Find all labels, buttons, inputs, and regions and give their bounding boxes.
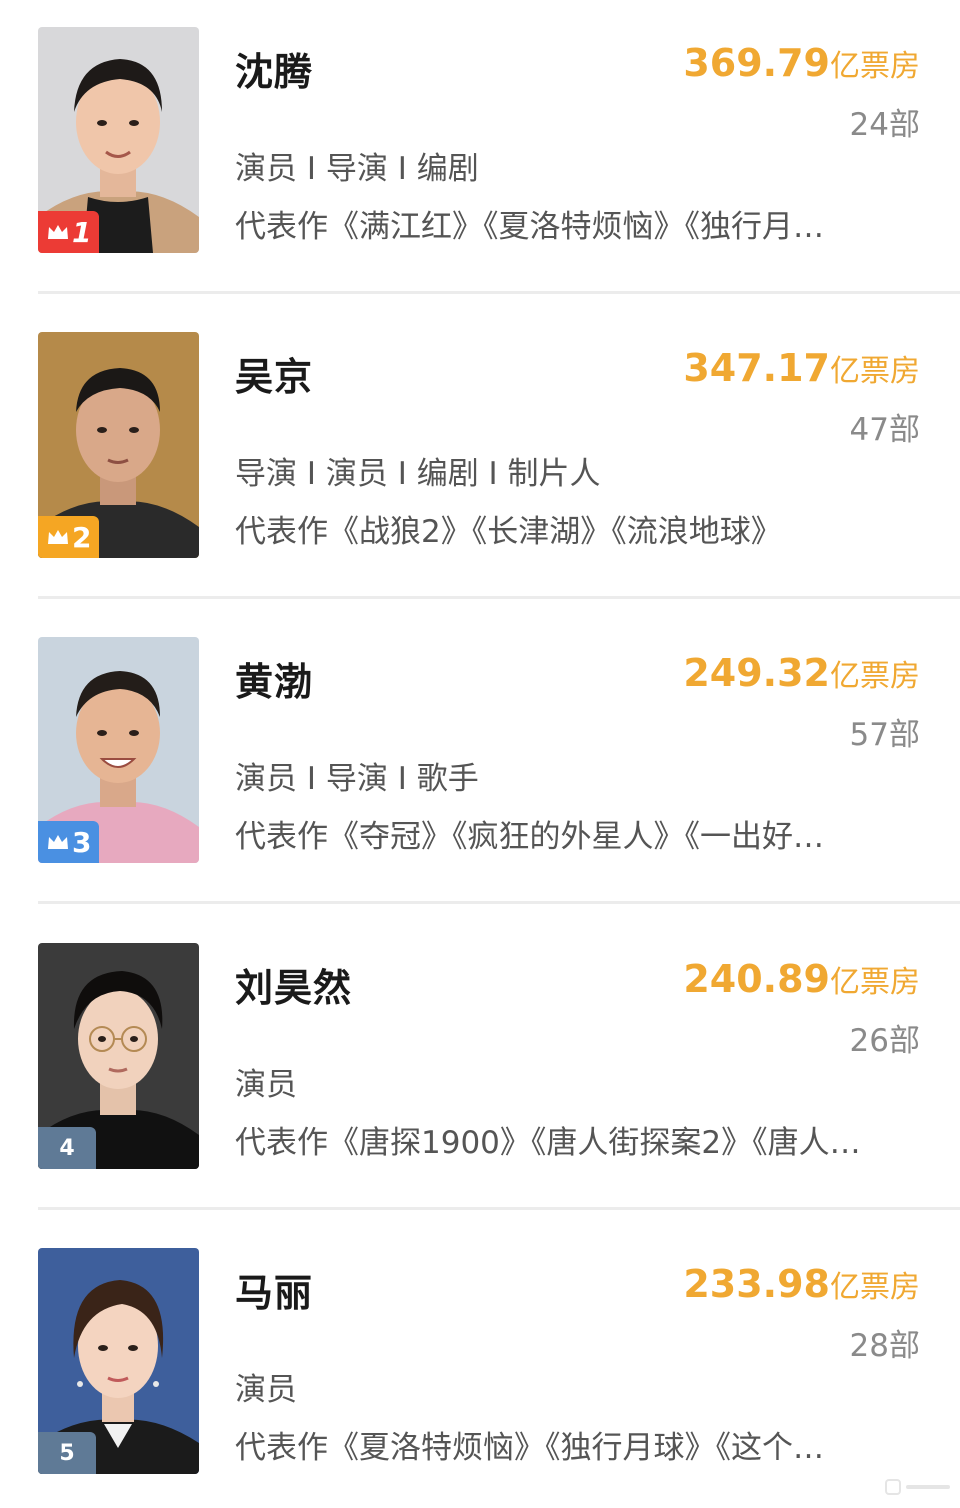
avatar: 3 bbox=[38, 637, 199, 863]
box-office-value: 233.98 bbox=[683, 1262, 830, 1306]
box-office-total: 233.98亿票房 bbox=[683, 1262, 920, 1306]
roles-text: 演员 bbox=[235, 1372, 297, 1408]
box-office-unit: 亿票房 bbox=[830, 1270, 920, 1305]
divider bbox=[38, 901, 960, 904]
roles-text: 导演 I 演员 I 编剧 I 制片人 bbox=[235, 456, 601, 492]
representative-works: 代表作《夺冠》《疯狂的外星人》《一出好… bbox=[235, 819, 824, 855]
box-office-total: 249.32亿票房 bbox=[683, 651, 920, 695]
film-count: 57部 bbox=[849, 717, 920, 753]
rank-number: 1 bbox=[72, 215, 92, 249]
box-office-unit: 亿票房 bbox=[830, 965, 920, 1000]
crown-icon bbox=[48, 835, 68, 849]
representative-works: 代表作《夏洛特烦恼》《独行月球》《这个… bbox=[235, 1430, 824, 1466]
film-count: 47部 bbox=[849, 412, 920, 448]
person-name: 吴京 bbox=[235, 355, 314, 399]
list-item[interactable]: 4 刘昊然 240.89亿票房 26部 演员 代表作《唐探1900》《唐人街探案… bbox=[0, 943, 960, 1210]
rank-badge: 2 bbox=[38, 516, 100, 558]
box-office-total: 240.89亿票房 bbox=[683, 957, 920, 1001]
person-name: 刘昊然 bbox=[235, 966, 353, 1010]
list-item[interactable]: 5 马丽 233.98亿票房 28部 演员 代表作《夏洛特烦恼》《独行月球》《这… bbox=[0, 1248, 960, 1508]
list-item[interactable]: 3 黄渤 249.32亿票房 57部 演员 I 导演 I 歌手 代表作《夺冠》《… bbox=[0, 637, 960, 904]
box-office-value: 240.89 bbox=[683, 957, 830, 1001]
roles-text: 演员 I 导演 I 歌手 bbox=[235, 761, 479, 797]
watermark-icon bbox=[885, 1479, 950, 1495]
rank-number: 5 bbox=[59, 1440, 75, 1466]
divider bbox=[38, 1207, 960, 1210]
roles-text: 演员 I 导演 I 编剧 bbox=[235, 151, 479, 187]
rank-number: 2 bbox=[72, 520, 92, 554]
representative-works: 代表作《战狼2》《长津湖》《流浪地球》 bbox=[235, 514, 782, 550]
rank-number: 3 bbox=[72, 825, 92, 859]
box-office-unit: 亿票房 bbox=[830, 49, 920, 84]
list-item[interactable]: 2 吴京 347.17亿票房 47部 导演 I 演员 I 编剧 I 制片人 代表… bbox=[0, 332, 960, 599]
crown-icon bbox=[48, 225, 68, 239]
avatar: 4 bbox=[38, 943, 199, 1169]
box-office-value: 249.32 bbox=[683, 651, 830, 695]
box-office-unit: 亿票房 bbox=[830, 354, 920, 389]
box-office-unit: 亿票房 bbox=[830, 659, 920, 694]
representative-works: 代表作《唐探1900》《唐人街探案2》《唐人… bbox=[235, 1125, 861, 1161]
list-item[interactable]: 1 沈腾 369.79亿票房 24部 演员 I 导演 I 编剧 代表作《满江红》… bbox=[0, 27, 960, 294]
rank-badge: 5 bbox=[38, 1432, 96, 1474]
person-name: 马丽 bbox=[235, 1271, 314, 1315]
box-office-total: 369.79亿票房 bbox=[683, 41, 920, 85]
avatar: 5 bbox=[38, 1248, 199, 1474]
rank-badge: 4 bbox=[38, 1127, 96, 1169]
rank-number: 4 bbox=[59, 1135, 75, 1161]
film-count: 24部 bbox=[849, 107, 920, 143]
roles-text: 演员 bbox=[235, 1067, 297, 1103]
box-office-value: 369.79 bbox=[683, 41, 830, 85]
divider bbox=[38, 596, 960, 599]
divider bbox=[38, 291, 960, 294]
crown-icon bbox=[48, 530, 68, 544]
box-office-total: 347.17亿票房 bbox=[683, 346, 920, 390]
box-office-value: 347.17 bbox=[683, 346, 830, 390]
person-name: 沈腾 bbox=[235, 50, 314, 94]
avatar: 1 bbox=[38, 27, 199, 253]
person-name: 黄渤 bbox=[235, 660, 314, 704]
representative-works: 代表作《满江红》《夏洛特烦恼》《独行月… bbox=[235, 209, 824, 245]
rank-badge: 1 bbox=[38, 211, 100, 253]
film-count: 28部 bbox=[849, 1328, 920, 1364]
avatar: 2 bbox=[38, 332, 199, 558]
rank-badge: 3 bbox=[38, 821, 100, 863]
film-count: 26部 bbox=[849, 1023, 920, 1059]
